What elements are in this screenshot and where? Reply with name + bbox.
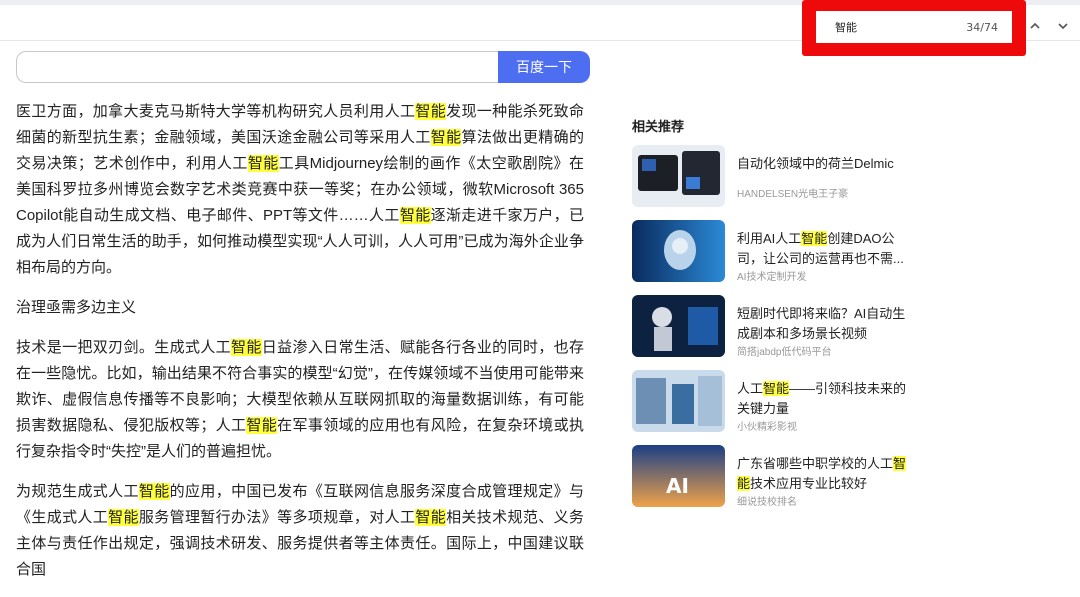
find-query[interactable]: 智能	[835, 19, 857, 35]
related-thumbnail[interactable]	[632, 145, 725, 207]
article-paragraph: 技术是一把双刃剑。生成式人工智能日益渗入日常生活、赋能各行各业的同时，也存在一些…	[16, 339, 584, 460]
search-hit: 智能	[138, 483, 170, 500]
article-paragraph: 医卫方面，加拿大麦克马斯特大学等机构研究人员利用人工智能发现一种能杀死致命细菌的…	[16, 103, 584, 276]
related-item-title[interactable]: 短剧时代即将来临？AI自动生成剧本和多场景长视频	[737, 304, 912, 344]
svg-text:AI: AI	[666, 474, 689, 498]
related-item[interactable]: 利用AI人工智能创建DAO公司，让公司的运营再也不需... AI技术定制开发	[632, 220, 922, 295]
chevron-up-icon[interactable]	[1024, 14, 1046, 38]
section-heading: 治理亟需多边主义	[16, 299, 137, 316]
article-body: 医卫方面，加拿大麦克马斯特大学等机构研究人员利用人工智能发现一种能杀死致命细菌的…	[16, 99, 584, 597]
search-hit: 智能	[108, 509, 139, 526]
related-item[interactable]: AI 广东省哪些中职学校的人工智能技术应用专业比较好 细说技校排名	[632, 445, 922, 520]
related-thumbnail[interactable]: AI	[632, 445, 725, 507]
related-item[interactable]: 自动化领域中的荷兰Delmic HANDELSEN光电王子豪	[632, 145, 922, 220]
related-item[interactable]: 人工智能——引领科技未来的关键力量 小伙精彩影视	[632, 370, 922, 445]
related-thumbnail[interactable]	[632, 370, 725, 432]
related-item-source: 小伙精彩影视	[737, 422, 797, 433]
find-match-count: 34/74	[966, 20, 998, 34]
related-item-source: HANDELSEN光电王子豪	[737, 189, 849, 200]
search-hit: 智能	[231, 339, 262, 356]
related-item-title[interactable]: 自动化领域中的荷兰Delmic	[737, 154, 912, 174]
find-in-page-bar[interactable]: 智能 34/74	[816, 11, 1012, 43]
search-button[interactable]: 百度一下	[498, 51, 590, 83]
related-list: 自动化领域中的荷兰Delmic HANDELSEN光电王子豪 利用AI人工智能创…	[632, 145, 922, 520]
search-input[interactable]	[16, 51, 500, 83]
related-thumbnail[interactable]	[632, 220, 725, 282]
related-item-title[interactable]: 利用AI人工智能创建DAO公司，让公司的运营再也不需...	[737, 229, 912, 269]
related-item-title[interactable]: 人工智能——引领科技未来的关键力量	[737, 379, 912, 419]
related-item-title[interactable]: 广东省哪些中职学校的人工智能技术应用专业比较好	[737, 454, 912, 494]
related-item-source: 简搭jabdp低代码平台	[737, 347, 832, 358]
search-hit: 智能	[247, 155, 279, 172]
search-hit: 智能	[246, 417, 278, 434]
related-item[interactable]: 短剧时代即将来临？AI自动生成剧本和多场景长视频 简搭jabdp低代码平台	[632, 295, 922, 370]
search-hit: 智能	[415, 103, 447, 120]
search-hit: 智能	[430, 129, 462, 146]
related-title: 相关推荐	[632, 119, 685, 134]
search-hit: 智能	[415, 509, 447, 526]
article-paragraph: 为规范生成式人工智能的应用，中国已发布《互联网信息服务深度合成管理规定》与《生成…	[16, 483, 584, 578]
related-item-source: AI技术定制开发	[737, 272, 807, 283]
related-thumbnail[interactable]	[632, 295, 725, 357]
search-hit: 智能	[399, 207, 431, 224]
chevron-down-icon[interactable]	[1052, 14, 1074, 38]
related-item-source: 细说技校排名	[737, 497, 797, 508]
